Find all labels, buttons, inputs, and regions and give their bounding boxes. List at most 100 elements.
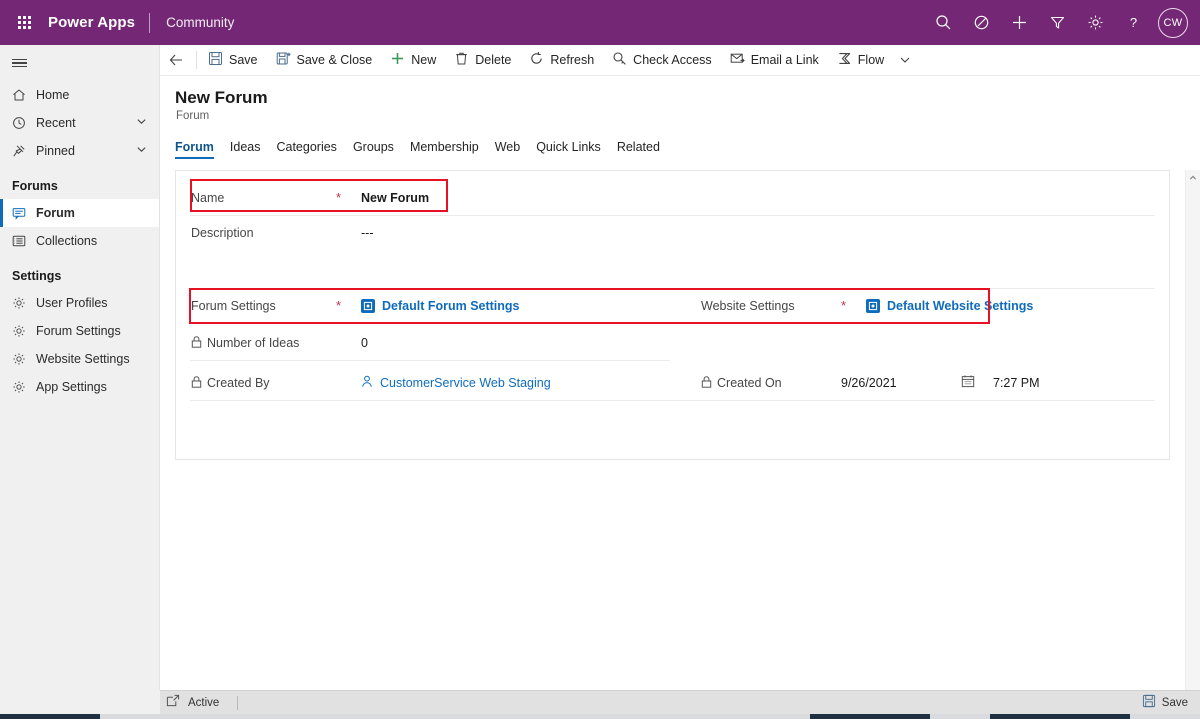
sidebar-item-label: App Settings — [36, 380, 107, 394]
scroll-up-arrow-icon[interactable] — [1186, 170, 1200, 185]
lock-icon — [191, 335, 202, 351]
tab-web[interactable]: Web — [487, 140, 528, 159]
created-on-time-value[interactable]: 7:27 PM — [993, 376, 1040, 390]
waffle-icon[interactable] — [0, 0, 48, 45]
save-button-label: Save — [229, 53, 258, 67]
website-settings-lookup-link[interactable]: Default Website Settings — [866, 299, 1033, 313]
sidebar-item-home[interactable]: Home — [0, 81, 159, 109]
open-in-new-icon[interactable] — [166, 694, 180, 711]
required-indicator: * — [336, 190, 342, 205]
name-field-value[interactable]: New Forum — [361, 191, 429, 205]
created-on-text: Created On — [717, 376, 782, 390]
chevron-down-icon[interactable] — [893, 45, 917, 76]
sidebar-item-forum-settings[interactable]: Forum Settings — [0, 317, 159, 345]
calendar-icon — [961, 374, 975, 393]
sitemap-toggle-icon[interactable] — [0, 45, 159, 81]
sidebar-item-recent[interactable]: Recent — [0, 109, 159, 137]
suite-actions: ? CW — [924, 0, 1200, 45]
forum-settings-value: Default Forum Settings — [382, 299, 520, 313]
os-taskbar — [0, 714, 1200, 719]
created-by-label: Created By — [191, 375, 270, 391]
lock-icon — [701, 375, 712, 391]
new-button[interactable]: New — [381, 45, 445, 76]
field-separator — [190, 360, 670, 361]
record-state: Active — [188, 696, 220, 709]
tab-membership[interactable]: Membership — [402, 140, 487, 159]
lookup-icon — [866, 299, 880, 313]
website-settings-value: Default Website Settings — [887, 299, 1034, 313]
environment-icon[interactable] — [962, 0, 1000, 45]
refresh-button-label: Refresh — [550, 53, 595, 67]
number-of-ideas-label: Number of Ideas — [191, 335, 299, 351]
description-field-value[interactable]: --- — [361, 226, 374, 240]
gear-icon[interactable] — [1076, 0, 1114, 45]
tab-groups[interactable]: Groups — [345, 140, 402, 159]
sidebar-group-settings: Settings — [12, 269, 62, 283]
chevron-down-icon[interactable] — [136, 116, 147, 130]
field-row-description: Description --- — [176, 216, 1171, 250]
help-icon[interactable]: ? — [1114, 0, 1152, 45]
email-a-link-label: Email a Link — [750, 53, 819, 67]
sidebar-item-app-settings[interactable]: App Settings — [0, 373, 159, 401]
created-by-value: CustomerService Web Staging — [380, 376, 551, 390]
chevron-down-icon[interactable] — [136, 144, 147, 158]
home-icon — [12, 88, 36, 102]
sidebar-item-forum[interactable]: Forum — [0, 199, 159, 227]
sidebar-item-label: Website Settings — [36, 352, 130, 366]
vertical-scrollbar[interactable] — [1185, 170, 1200, 690]
gear-icon — [12, 296, 36, 310]
refresh-icon — [529, 51, 544, 69]
forum-icon — [12, 206, 36, 220]
tab-quick-links[interactable]: Quick Links — [528, 140, 609, 159]
avatar[interactable]: CW — [1158, 7, 1188, 38]
filter-icon[interactable] — [1038, 0, 1076, 45]
app-name[interactable]: Community — [150, 15, 234, 30]
clock-icon — [12, 116, 36, 130]
trash-icon — [454, 51, 469, 69]
save-button[interactable]: Save — [199, 45, 267, 76]
sidebar-item-website-settings[interactable]: Website Settings — [0, 345, 159, 373]
sidebar-item-user-profiles[interactable]: User Profiles — [0, 289, 159, 317]
search-icon[interactable] — [924, 0, 962, 45]
sidebar-item-label: User Profiles — [36, 296, 108, 310]
pin-icon — [12, 144, 36, 158]
delete-button[interactable]: Delete — [445, 45, 520, 76]
tab-ideas[interactable]: Ideas — [222, 140, 269, 159]
gear-icon — [12, 324, 36, 338]
forum-settings-lookup-link[interactable]: Default Forum Settings — [361, 299, 520, 313]
check-access-button[interactable]: Check Access — [603, 45, 721, 76]
sidebar-item-label: Pinned — [36, 144, 75, 158]
form-tabs: Forum Ideas Categories Groups Membership… — [160, 133, 1200, 159]
created-on-date-value[interactable]: 9/26/2021 — [841, 376, 897, 390]
field-separator — [190, 400, 1155, 401]
sidebar-item-pinned[interactable]: Pinned — [0, 137, 159, 165]
tab-categories[interactable]: Categories — [268, 140, 344, 159]
taskbar-segment — [930, 714, 990, 719]
page-title: New Forum — [175, 88, 268, 107]
status-save-button[interactable]: Save — [1142, 694, 1200, 711]
refresh-button[interactable]: Refresh — [520, 45, 603, 76]
flow-button[interactable]: Flow — [828, 45, 893, 76]
forum-settings-label: Forum Settings — [191, 299, 276, 313]
person-icon — [361, 375, 373, 391]
suite-header: Power Apps Community ? CW — [0, 0, 1200, 45]
required-indicator: * — [841, 298, 847, 313]
gear-icon — [12, 380, 36, 394]
sidebar-item-collections[interactable]: Collections — [0, 227, 159, 255]
email-a-link-button[interactable]: Email a Link — [721, 45, 828, 76]
save-and-close-button[interactable]: Save & Close — [267, 45, 382, 76]
record-form-area: New Forum Forum Forum Ideas Categories G… — [160, 76, 1200, 690]
created-by-user-link[interactable]: CustomerService Web Staging — [361, 375, 551, 391]
suite-brand[interactable]: Power Apps — [48, 14, 149, 31]
new-button-label: New — [411, 53, 437, 67]
gear-icon — [12, 352, 36, 366]
command-bar: Save Save & Close New Delete Refresh Che… — [160, 45, 1200, 76]
back-arrow-icon[interactable] — [160, 45, 192, 76]
plus-icon[interactable] — [1000, 0, 1038, 45]
status-bar: Active Save — [160, 690, 1200, 714]
tab-forum[interactable]: Forum — [175, 140, 222, 159]
field-row-number-of-ideas: Number of Ideas 0 — [176, 326, 1171, 360]
tab-related[interactable]: Related — [609, 140, 668, 159]
command-divider — [196, 51, 197, 69]
sidebar-footer-spacer — [0, 690, 160, 714]
